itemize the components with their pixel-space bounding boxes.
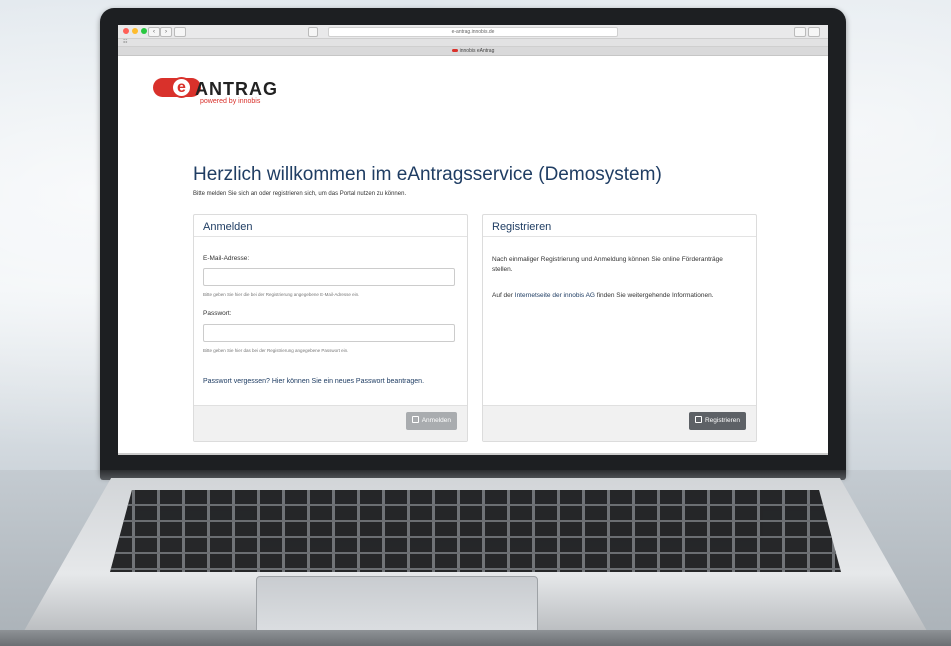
innobis-website-link[interactable]: Internetseite der innobis AG xyxy=(515,292,595,299)
laptop-trackpad xyxy=(256,576,538,636)
window-controls xyxy=(123,28,147,34)
minimize-window-icon[interactable] xyxy=(132,28,138,34)
password-hint: Bitte geben Sie hier das bei der Registr… xyxy=(203,348,349,353)
login-card: Anmelden E-Mail-Adresse: Bitte geben Sie… xyxy=(193,214,468,442)
register-info-text: Auf der Internetseite der innobis AG fin… xyxy=(492,291,742,301)
email-field[interactable] xyxy=(203,268,455,286)
bookmarks-bar: ☷ xyxy=(118,39,828,47)
register-info-prefix: Auf der xyxy=(492,292,515,299)
login-heading: Anmelden xyxy=(194,215,467,237)
logo-e-letter: e xyxy=(171,77,192,98)
forward-button[interactable]: › xyxy=(160,27,172,37)
tab-bar: innobis eAntrag xyxy=(118,47,828,56)
logo-tagline: powered by innobis xyxy=(200,98,261,105)
login-card-footer: Anmelden xyxy=(194,405,467,441)
screen-bottom-edge xyxy=(118,453,828,455)
page-title: Herzlich willkommen im eAntragsservice (… xyxy=(193,164,662,185)
register-button[interactable]: Registrieren xyxy=(688,412,746,430)
laptop-screen: ‹ › e-antrag.innobis.de ☷ innobis eAntra… xyxy=(118,25,828,455)
tab-title: innobis eAntrag xyxy=(459,48,495,54)
register-text: Nach einmaliger Registrierung und Anmeld… xyxy=(492,256,723,273)
forgot-password-link[interactable]: Passwort vergessen? Hier können Sie ein … xyxy=(203,376,443,387)
bookmarks-icon[interactable]: ☷ xyxy=(123,39,127,45)
login-button-label: Anmelden xyxy=(421,417,451,424)
address-bar[interactable]: e-antrag.innobis.de xyxy=(328,27,618,37)
login-button[interactable]: Anmelden xyxy=(405,412,457,430)
maximize-window-icon[interactable] xyxy=(141,28,147,34)
tabs-overview-icon[interactable] xyxy=(808,27,820,37)
privacy-shield-icon[interactable] xyxy=(308,27,318,37)
page-subtitle: Bitte melden Sie sich an oder registrier… xyxy=(193,191,407,197)
register-card-footer: Registrieren xyxy=(483,405,756,441)
email-hint: Bitte geben Sie hier die bei der Registr… xyxy=(203,292,360,297)
tab-favicon-icon xyxy=(451,49,458,53)
tab-active[interactable]: innobis eAntrag xyxy=(118,47,828,55)
keyboard-rows xyxy=(110,490,841,572)
back-button[interactable]: ‹ xyxy=(148,27,160,37)
password-label: Passwort: xyxy=(203,310,232,317)
laptop-front-edge xyxy=(0,630,951,646)
close-window-icon[interactable] xyxy=(123,28,129,34)
login-icon xyxy=(411,416,419,423)
user-card-icon xyxy=(694,416,702,423)
register-card: Registrieren Nach einmaliger Registrieru… xyxy=(482,214,757,442)
share-icon[interactable] xyxy=(794,27,806,37)
register-info-suffix: finden Sie weitergehende Informationen. xyxy=(594,292,714,299)
browser-toolbar: ‹ › e-antrag.innobis.de xyxy=(118,25,828,39)
register-heading: Registrieren xyxy=(483,215,756,237)
password-field[interactable] xyxy=(203,324,455,342)
register-button-label: Registrieren xyxy=(704,417,740,424)
logo-wordmark: ANTRAG xyxy=(195,79,278,99)
email-label: E-Mail-Adresse: xyxy=(203,255,250,262)
sidebar-icon[interactable] xyxy=(174,27,186,37)
